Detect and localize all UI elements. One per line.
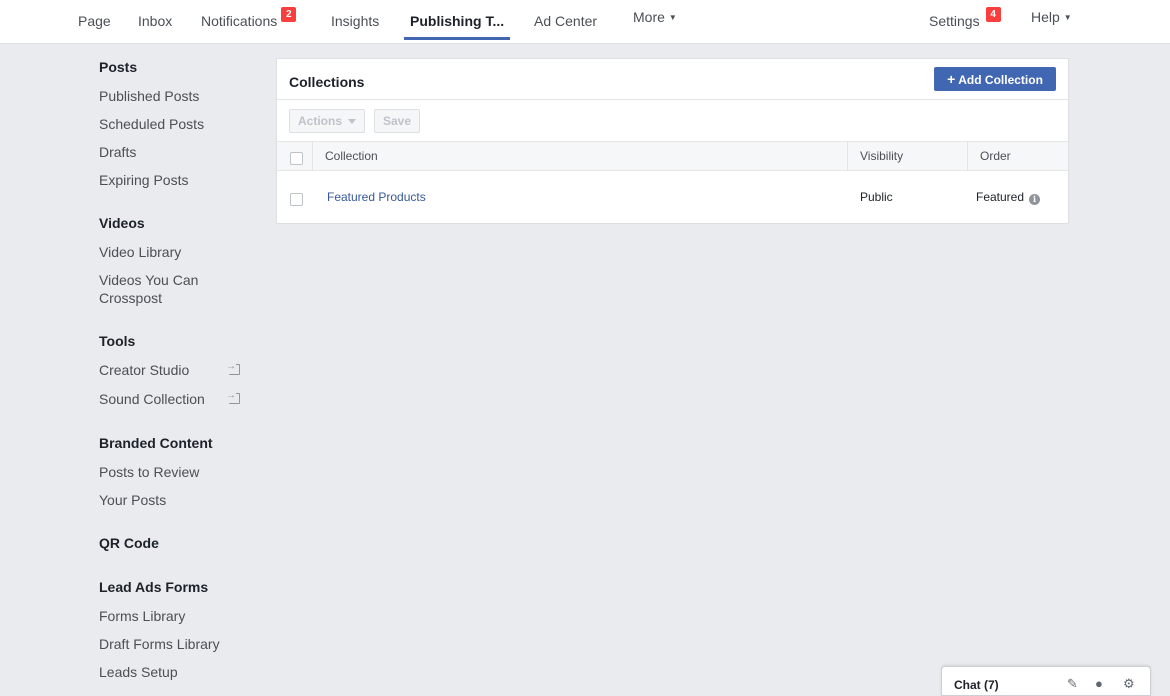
actions-dropdown-button[interactable]: Actions <box>289 109 366 133</box>
nav-settings-label: Settings <box>929 13 980 29</box>
column-divider <box>967 142 968 170</box>
panel-title: Collections <box>289 74 365 90</box>
nav-help[interactable]: Help ▼ <box>1031 0 1072 38</box>
sidebar-item-video-library[interactable]: Video Library <box>99 243 244 261</box>
column-divider <box>312 142 313 170</box>
save-button[interactable]: Save <box>374 109 421 133</box>
gear-icon[interactable]: ⚙ <box>1123 677 1137 691</box>
sidebar-item-sound-collection[interactable]: Sound Collection <box>99 390 244 408</box>
nav-more[interactable]: More ▼ <box>633 0 677 38</box>
sidebar-section-branded-content: Branded Content <box>99 435 213 451</box>
collection-name-link[interactable]: Featured Products <box>327 189 426 205</box>
external-link-icon <box>226 389 240 404</box>
nav-help-label: Help <box>1031 9 1060 25</box>
column-header-visibility[interactable]: Visibility <box>860 142 903 170</box>
sidebar-section-lead-ads-forms: Lead Ads Forms <box>99 579 209 595</box>
nav-notifications[interactable]: Notifications 2 <box>201 0 297 42</box>
sidebar-item-your-posts[interactable]: Your Posts <box>99 491 244 509</box>
row-checkbox[interactable] <box>290 193 303 206</box>
column-divider <box>847 142 848 170</box>
sidebar-section-qr-code[interactable]: QR Code <box>99 535 159 551</box>
people-icon[interactable]: ● <box>1095 677 1109 691</box>
nav-notifications-label: Notifications <box>201 13 278 29</box>
caret-down-icon: ▼ <box>668 13 677 23</box>
nav-ad-center[interactable]: Ad Center <box>534 0 597 42</box>
settings-count-badge: 4 <box>985 7 1001 22</box>
chat-bar[interactable]: Chat (7) ✎ ● ⚙ <box>941 666 1151 696</box>
sidebar-section-videos: Videos <box>99 215 145 231</box>
sidebar-item-videos-crosspost[interactable]: Videos You Can Crosspost <box>99 271 244 307</box>
nav-page[interactable]: Page <box>78 0 111 42</box>
sidebar-section-tools: Tools <box>99 333 136 349</box>
notifications-count-badge: 2 <box>281 7 297 22</box>
sidebar-item-draft-forms-library[interactable]: Draft Forms Library <box>99 635 244 653</box>
sidebar-item-expiring-posts[interactable]: Expiring Posts <box>99 171 244 189</box>
compose-icon[interactable]: ✎ <box>1067 677 1081 691</box>
nav-settings[interactable]: Settings 4 <box>929 0 1001 42</box>
divider <box>277 99 1068 100</box>
sidebar-item-published-posts[interactable]: Published Posts <box>99 87 244 105</box>
add-collection-button[interactable]: + Add Collection <box>934 67 1056 91</box>
add-collection-label: Add Collection <box>958 73 1043 87</box>
table-header: Collection Visibility Order <box>277 141 1068 171</box>
nav-publishing-tools[interactable]: Publishing T... <box>403 0 511 42</box>
actions-label: Actions <box>298 114 343 128</box>
sidebar-item-leads-setup[interactable]: Leads Setup <box>99 663 244 681</box>
collections-panel: Collections + Add Collection Actions Save… <box>276 58 1069 224</box>
info-icon[interactable]: i <box>1029 194 1041 205</box>
order-label: Featured <box>976 190 1025 204</box>
sidebar-item-posts-to-review[interactable]: Posts to Review <box>99 463 244 481</box>
order-value: Featured i <box>976 189 1041 205</box>
chat-title: Chat (7) <box>954 678 999 692</box>
nav-inbox[interactable]: Inbox <box>138 0 172 42</box>
plus-icon: + <box>947 71 956 87</box>
select-all-checkbox[interactable] <box>290 152 303 165</box>
nav-insights[interactable]: Insights <box>331 0 379 42</box>
caret-down-icon <box>348 119 357 125</box>
nav-more-label: More <box>633 9 665 25</box>
column-header-order[interactable]: Order <box>980 142 1011 170</box>
sidebar-section-posts: Posts <box>99 59 138 75</box>
sidebar-item-scheduled-posts[interactable]: Scheduled Posts <box>99 115 244 133</box>
sidebar-item-forms-library[interactable]: Forms Library <box>99 607 244 625</box>
caret-down-icon: ▼ <box>1063 13 1072 23</box>
column-header-collection[interactable]: Collection <box>325 142 378 170</box>
sidebar-item-creator-studio[interactable]: Creator Studio <box>99 361 244 379</box>
sidebar-item-drafts[interactable]: Drafts <box>99 143 244 161</box>
external-link-icon <box>226 360 240 375</box>
top-navigation-bar: Page Inbox Notifications 2 Insights Publ… <box>0 0 1170 44</box>
visibility-value: Public <box>860 190 893 204</box>
